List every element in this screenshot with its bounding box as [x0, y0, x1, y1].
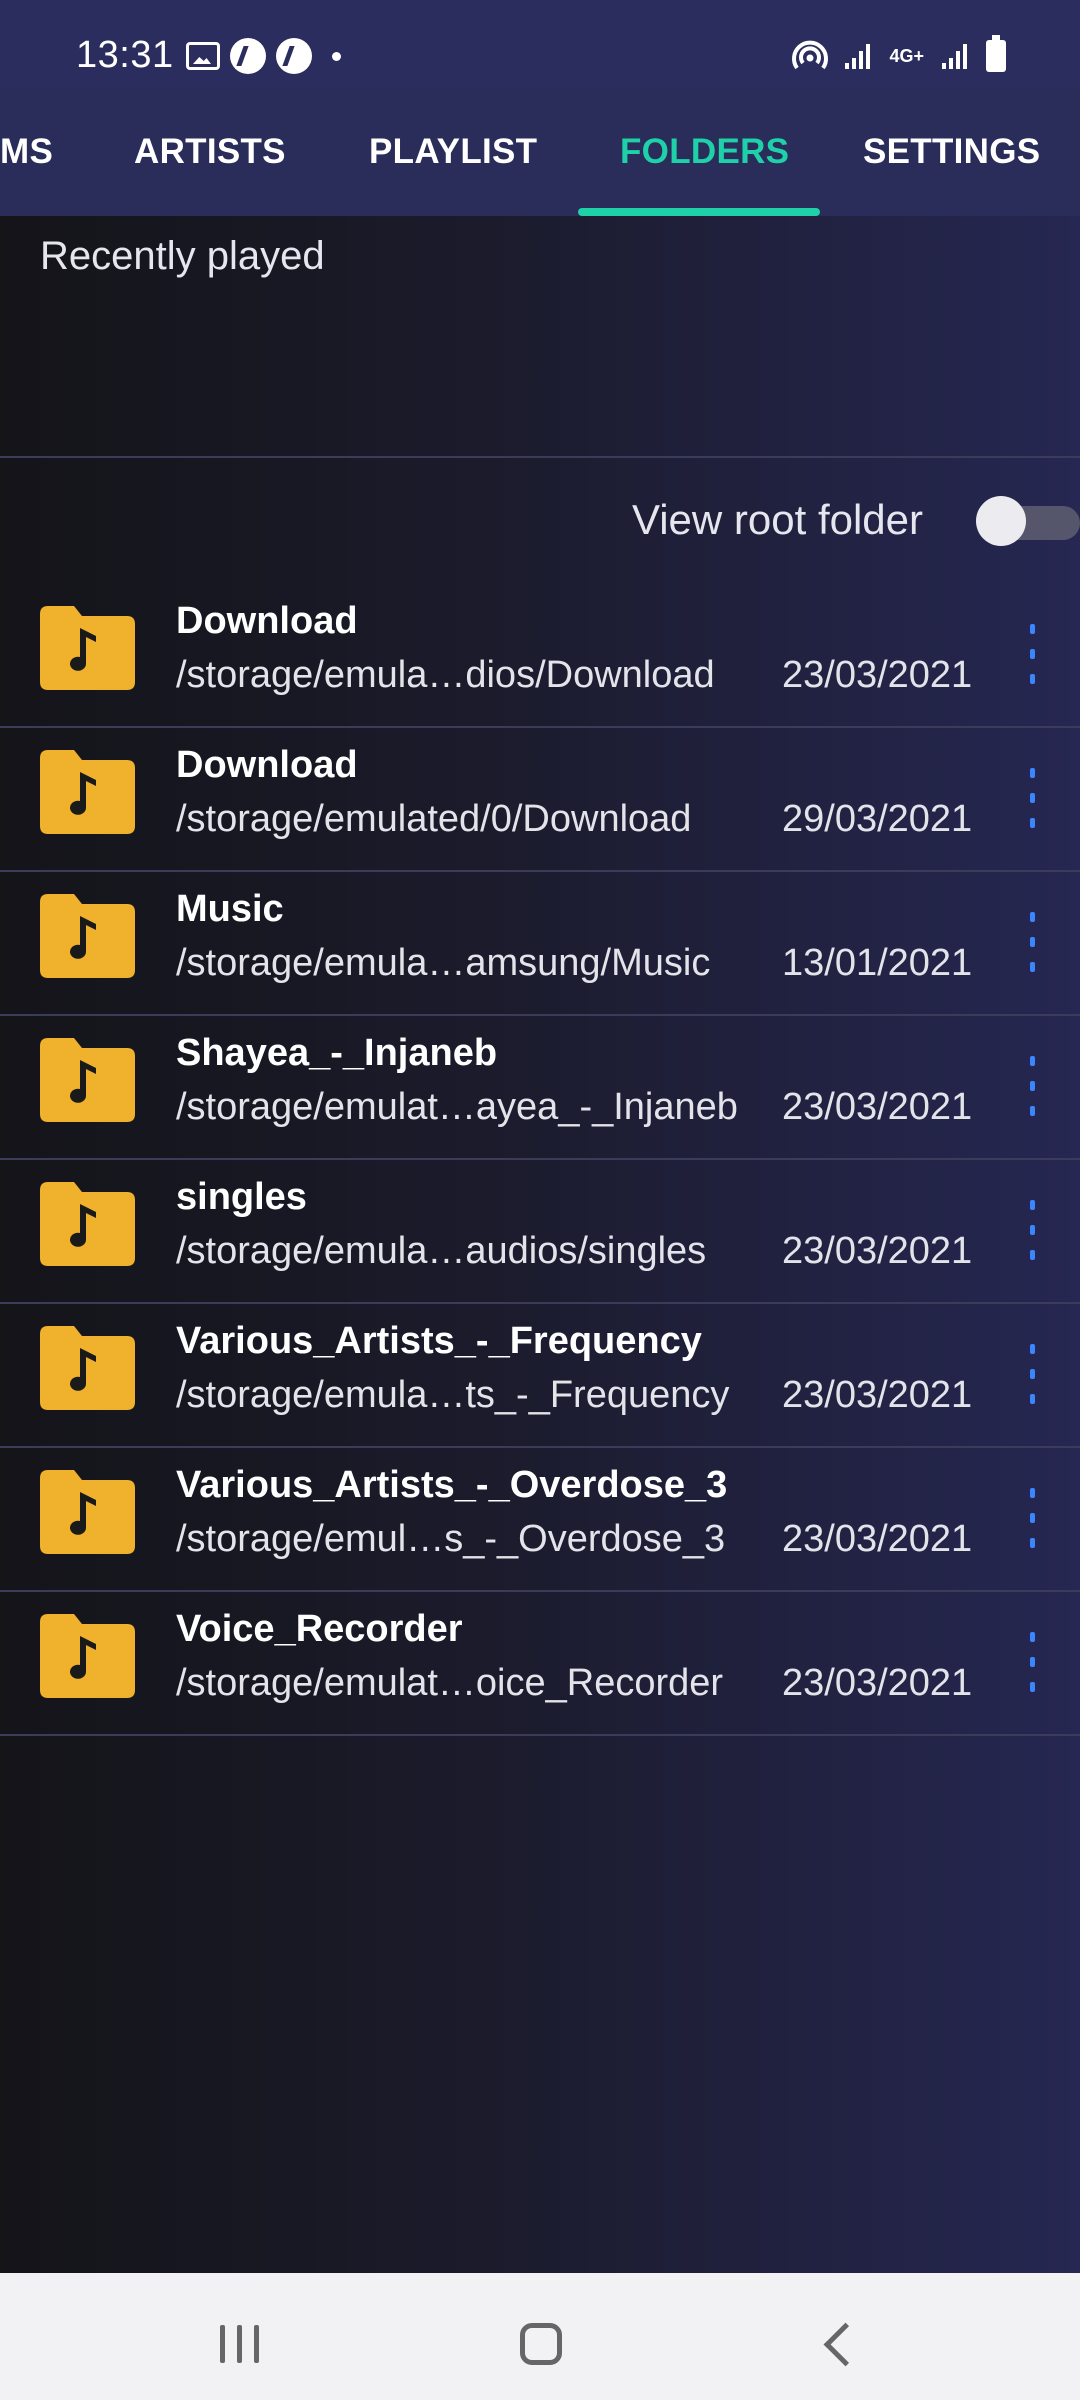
- cleaner-icon: [230, 38, 266, 74]
- recently-played-title: Recently played: [40, 234, 325, 278]
- tab-albums[interactable]: MS: [0, 132, 53, 172]
- view-root-folder-label: View root folder: [631, 496, 923, 543]
- status-time: 13:31: [76, 34, 174, 76]
- cleaner-icon: [276, 38, 312, 74]
- signal-icon: [843, 41, 873, 71]
- folder-row[interactable]: Download /storage/emula…dios/Download 23…: [0, 584, 1080, 728]
- folder-row[interactable]: Voice_Recorder /storage/emulat…oice_Reco…: [0, 1592, 1080, 1736]
- folder-row[interactable]: Download /storage/emulated/0/Download 29…: [0, 728, 1080, 872]
- folder-path: /storage/emula…amsung/Music: [176, 942, 711, 984]
- music-folder-icon: [40, 1326, 135, 1410]
- image-icon: [186, 42, 220, 70]
- navigation-bar: [0, 2273, 1080, 2400]
- folder-row[interactable]: Various_Artists_-_Frequency /storage/emu…: [0, 1304, 1080, 1448]
- folder-date: 23/03/2021: [782, 1518, 973, 1560]
- folder-date: 23/03/2021: [782, 1230, 973, 1272]
- home-button[interactable]: [520, 2323, 562, 2365]
- folder-row[interactable]: singles /storage/emula…audios/singles 23…: [0, 1160, 1080, 1304]
- battery-icon: [986, 35, 1006, 72]
- more-options-icon[interactable]: [1028, 912, 1036, 972]
- tab-artists[interactable]: ARTISTS: [134, 132, 286, 172]
- tab-folders[interactable]: FOLDERS: [620, 132, 789, 172]
- more-options-icon[interactable]: [1028, 768, 1036, 828]
- folder-date: 13/01/2021: [782, 942, 973, 984]
- status-bar: 13:31 4G+: [0, 0, 1080, 88]
- folder-row[interactable]: Shayea_-_Injaneb /storage/emulat…ayea_-_…: [0, 1016, 1080, 1160]
- more-options-icon[interactable]: [1028, 1200, 1036, 1260]
- folder-path: /storage/emulated/0/Download: [176, 798, 692, 840]
- more-options-icon[interactable]: [1028, 1056, 1036, 1116]
- folder-date: 23/03/2021: [782, 1662, 973, 1704]
- back-button[interactable]: [823, 2322, 868, 2367]
- music-folder-icon: [40, 606, 135, 690]
- folder-path: /storage/emula…ts_-_Frequency: [176, 1374, 730, 1416]
- music-folder-icon: [40, 1038, 135, 1122]
- folder-name: Music: [176, 888, 284, 930]
- system-icons: 4G+: [791, 35, 1006, 74]
- toggle-knob: [976, 496, 1026, 546]
- divider: [0, 456, 1080, 458]
- folder-name: Voice_Recorder: [176, 1608, 463, 1650]
- folder-path: /storage/emula…audios/singles: [176, 1230, 707, 1272]
- more-options-icon[interactable]: [1028, 1344, 1036, 1404]
- folder-name: Shayea_-_Injaneb: [176, 1032, 498, 1074]
- folder-path: /storage/emul…s_-_Overdose_3: [176, 1518, 726, 1560]
- music-folder-icon: [40, 1470, 135, 1554]
- folder-date: 23/03/2021: [782, 1374, 973, 1416]
- music-folder-icon: [40, 750, 135, 834]
- more-options-icon[interactable]: [1028, 1488, 1036, 1548]
- folder-name: Download: [176, 744, 358, 786]
- folder-row[interactable]: Various_Artists_-_Overdose_3 /storage/em…: [0, 1448, 1080, 1592]
- notification-icons: [186, 38, 341, 74]
- tab-bar: MS ARTISTS PLAYLIST FOLDERS SETTINGS: [0, 88, 1080, 216]
- more-options-icon[interactable]: [1028, 1632, 1036, 1692]
- music-folder-icon: [40, 1614, 135, 1698]
- music-folder-icon: [40, 1182, 135, 1266]
- tab-settings[interactable]: SETTINGS: [863, 132, 1040, 172]
- music-folder-icon: [40, 894, 135, 978]
- tab-indicator: [578, 208, 820, 216]
- folder-name: Download: [176, 600, 358, 642]
- folder-row[interactable]: Music /storage/emula…amsung/Music 13/01/…: [0, 872, 1080, 1016]
- recent-apps-button[interactable]: [220, 2325, 259, 2363]
- folder-name: singles: [176, 1176, 307, 1218]
- folder-path: /storage/emula…dios/Download: [176, 654, 715, 696]
- folder-path: /storage/emulat…oice_Recorder: [176, 1662, 724, 1704]
- tab-playlist[interactable]: PLAYLIST: [369, 132, 537, 172]
- folder-date: 23/03/2021: [782, 654, 973, 696]
- dot-icon: [332, 51, 341, 61]
- folder-date: 23/03/2021: [782, 1086, 973, 1128]
- signal-icon: [940, 41, 970, 71]
- folder-name: Various_Artists_-_Frequency: [176, 1320, 702, 1362]
- folder-list: Download /storage/emula…dios/Download 23…: [0, 584, 1080, 1736]
- folder-path: /storage/emulat…ayea_-_Injaneb: [176, 1086, 738, 1128]
- view-root-folder-toggle[interactable]: [976, 494, 1080, 546]
- hotspot-icon: [791, 38, 829, 74]
- folder-name: Various_Artists_-_Overdose_3: [176, 1464, 728, 1506]
- 4g-icon: 4G+: [889, 46, 924, 66]
- more-options-icon[interactable]: [1028, 624, 1036, 684]
- folder-date: 29/03/2021: [782, 798, 973, 840]
